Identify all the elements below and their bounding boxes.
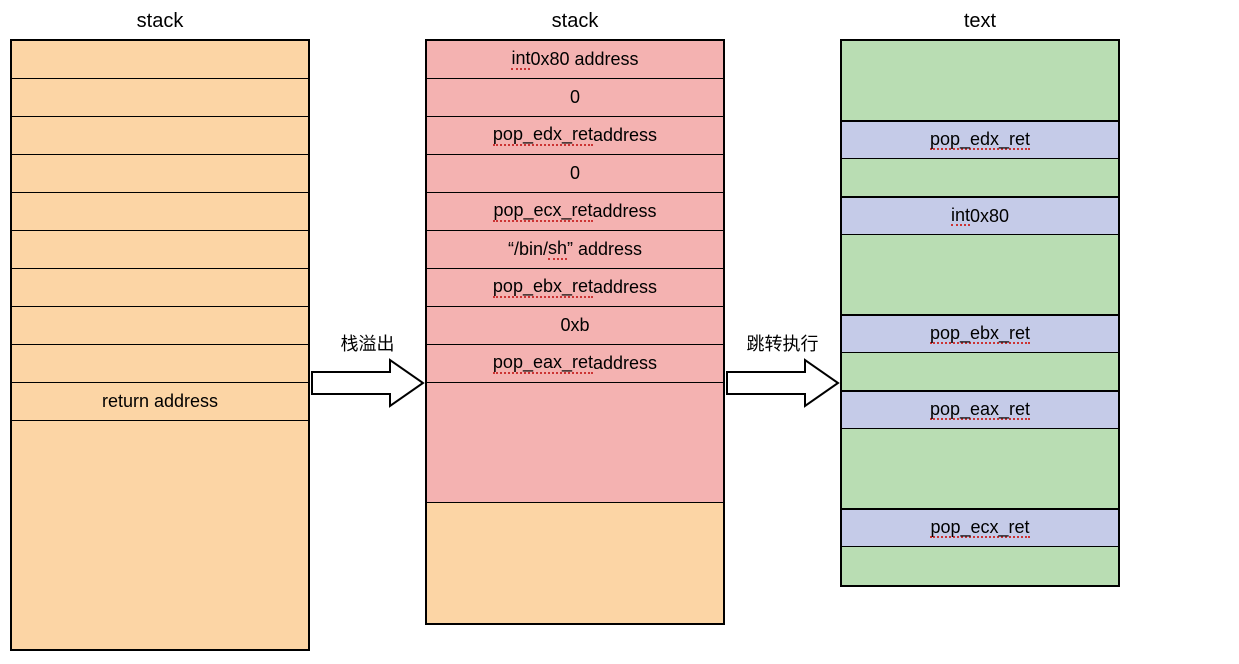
stack-before-row-2 [12, 117, 308, 155]
text-segment-row-6 [842, 353, 1118, 391]
text-segment-row-1: pop_edx_ret [842, 121, 1118, 159]
stack-after-row-9 [427, 383, 723, 503]
stack-before-column: stack return address [10, 10, 310, 651]
stack-before-row-10 [12, 421, 308, 649]
stack-after-row-7: 0xb [427, 307, 723, 345]
text-segment-row-7: pop_eax_ret [842, 391, 1118, 429]
text-segment-column: text pop_edx_retint 0x80pop_ebx_retpop_e… [840, 10, 1120, 587]
stack-after-row-2: pop_edx_ret address [427, 117, 723, 155]
stack-before-row-5 [12, 231, 308, 269]
text-segment-row-4 [842, 235, 1118, 315]
arrow1-container: 栈溢出 [310, 10, 425, 408]
arrow1-label: 栈溢出 [341, 330, 395, 356]
text-segment-row-9: pop_ecx_ret [842, 509, 1118, 547]
stack-after-row-0: int 0x80 address [427, 41, 723, 79]
text-segment-row-8 [842, 429, 1118, 509]
stack-after-box: int 0x80 address0pop_edx_ret address0pop… [425, 39, 725, 625]
stack-after-row-1: 0 [427, 79, 723, 117]
column1-title: stack [10, 10, 310, 33]
arrow2-container: 跳转执行 [725, 10, 840, 408]
stack-after-row-4: pop_ecx_ret address [427, 193, 723, 231]
stack-before-row-7 [12, 307, 308, 345]
stack-after-row-5: “/bin/sh” address [427, 231, 723, 269]
column3-title: text [840, 10, 1120, 33]
text-segment-box: pop_edx_retint 0x80 pop_ebx_ret pop_eax_re… [840, 39, 1120, 587]
text-segment-row-0 [842, 41, 1118, 121]
stack-after-row-3: 0 [427, 155, 723, 193]
stack-before-row-3 [12, 155, 308, 193]
stack-before-row-8 [12, 345, 308, 383]
stack-after-row-8: pop_eax_ret address [427, 345, 723, 383]
text-segment-row-2 [842, 159, 1118, 197]
arrow2-label: 跳转执行 [747, 330, 819, 356]
stack-before-row-0 [12, 41, 308, 79]
text-segment-row-5: pop_ebx_ret [842, 315, 1118, 353]
arrow-icon [725, 358, 840, 408]
text-segment-row-3: int 0x80 [842, 197, 1118, 235]
stack-before-row-4 [12, 193, 308, 231]
stack-before-row-9: return address [12, 383, 308, 421]
column2-title: stack [425, 10, 725, 33]
diagram-container: stack return address 栈溢出 stack int 0x80 … [10, 10, 1229, 651]
stack-before-row-6 [12, 269, 308, 307]
stack-before-row-1 [12, 79, 308, 117]
arrow-icon [310, 358, 425, 408]
stack-after-row-10 [427, 503, 723, 623]
stack-before-box: return address [10, 39, 310, 651]
stack-after-row-6: pop_ebx_ret address [427, 269, 723, 307]
stack-after-column: stack int 0x80 address0pop_edx_ret addre… [425, 10, 725, 625]
text-segment-row-10 [842, 547, 1118, 585]
